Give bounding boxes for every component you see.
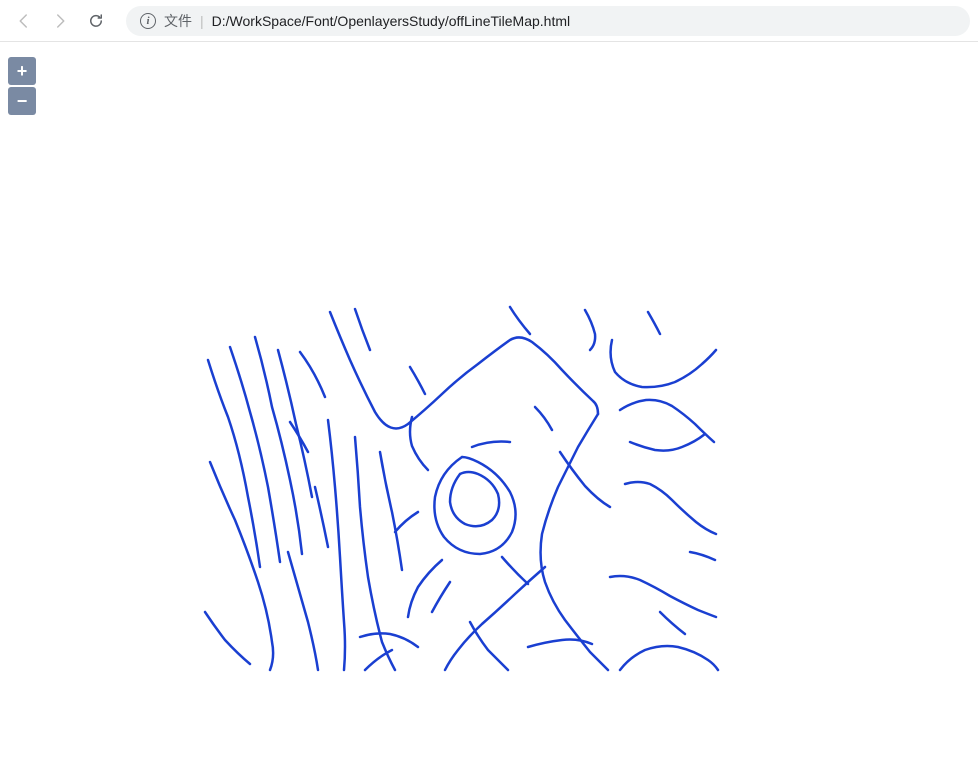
- file-protocol-label: 文件: [164, 11, 192, 31]
- reload-button[interactable]: [80, 5, 112, 37]
- map-zoom-controls: + −: [8, 57, 36, 115]
- back-button[interactable]: [8, 5, 40, 37]
- map-tile-svg: [200, 302, 720, 672]
- arrow-right-icon: [51, 12, 69, 30]
- page-content: + −: [0, 42, 978, 760]
- browser-toolbar: i 文件 | D:/WorkSpace/Font/OpenlayersStudy…: [0, 0, 978, 42]
- arrow-left-icon: [15, 12, 33, 30]
- forward-button[interactable]: [44, 5, 76, 37]
- address-bar[interactable]: i 文件 | D:/WorkSpace/Font/OpenlayersStudy…: [126, 6, 970, 36]
- url-text: D:/WorkSpace/Font/OpenlayersStudy/offLin…: [212, 13, 570, 29]
- reload-icon: [87, 12, 105, 30]
- zoom-out-button[interactable]: −: [8, 87, 36, 115]
- address-separator: |: [200, 13, 204, 29]
- map-canvas[interactable]: [200, 302, 720, 672]
- zoom-in-button[interactable]: +: [8, 57, 36, 85]
- info-icon: i: [140, 13, 156, 29]
